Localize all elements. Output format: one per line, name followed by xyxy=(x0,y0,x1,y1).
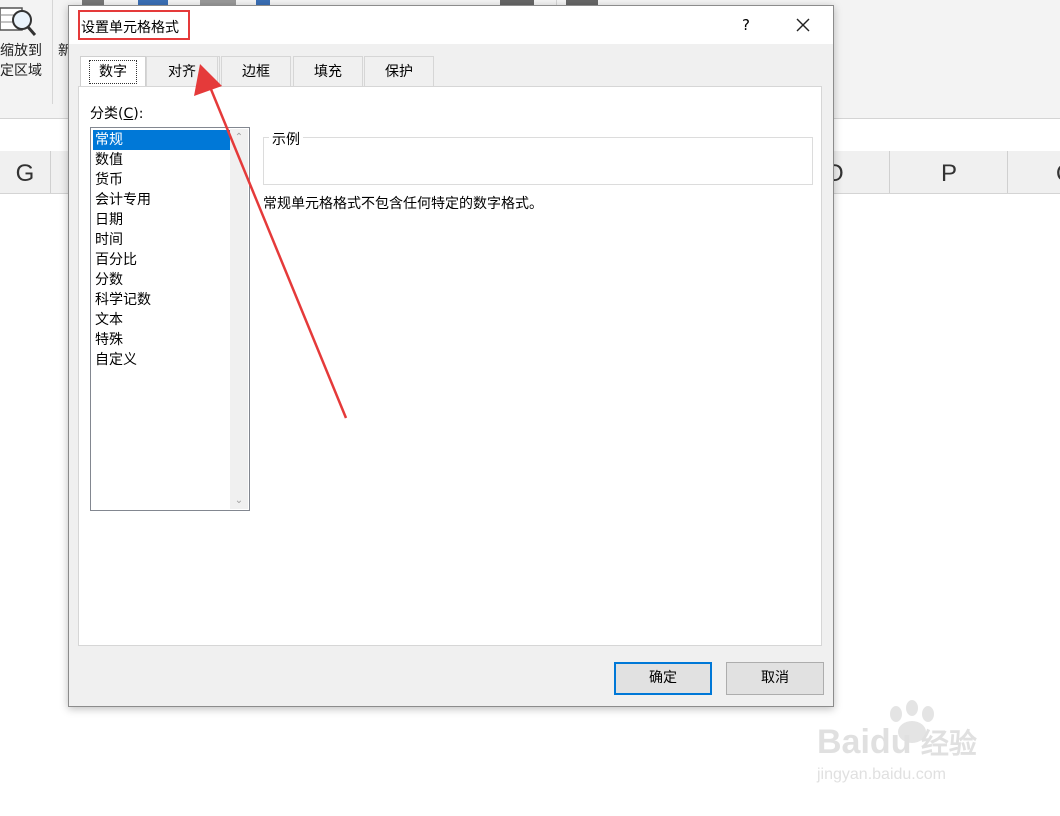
format-description: 常规单元格格式不包含任何特定的数字格式。 xyxy=(263,196,543,212)
tab-alignment[interactable]: 对齐 xyxy=(146,56,218,86)
tab-label: 填充 xyxy=(314,64,342,80)
watermark-brand-bai: Bai xyxy=(817,723,870,761)
tab-protection[interactable]: 保护 xyxy=(364,56,434,86)
category-item-fraction[interactable]: 分数 xyxy=(93,270,230,290)
cancel-button[interactable]: 取消 xyxy=(726,662,824,695)
column-header-g[interactable]: G xyxy=(0,151,51,193)
category-scrollbar[interactable]: ⌃ ⌄ xyxy=(230,129,248,509)
number-tab-panel: 分类(C): 常规 数值 货币 会计专用 日期 时间 百分比 分数 科学记数 文… xyxy=(78,86,822,646)
format-cells-dialog: 设置单元格格式 ? 填充 保护 边框 字体 对齐 数字 分类(C): 常规 数值… xyxy=(68,5,834,707)
watermark-product: 经验 xyxy=(920,728,977,759)
category-label-accesskey: C xyxy=(123,106,134,122)
category-item-general[interactable]: 常规 xyxy=(93,130,230,150)
close-icon xyxy=(796,18,810,32)
dialog-titlebar[interactable]: 设置单元格格式 ? xyxy=(69,6,833,44)
close-button[interactable] xyxy=(785,10,821,40)
category-label-prefix: 分类( xyxy=(90,106,124,122)
baidu-jingyan-watermark: Baidu 经验 jingyan.baidu.com xyxy=(812,700,1012,800)
tab-fill[interactable]: 填充 xyxy=(293,56,363,86)
scroll-down-icon[interactable]: ⌄ xyxy=(230,492,248,509)
ok-button[interactable]: 确定 xyxy=(614,662,712,695)
zoom-to-selection-icon[interactable] xyxy=(0,2,36,38)
category-item-currency[interactable]: 货币 xyxy=(93,170,230,190)
sample-label: 示例 xyxy=(269,129,303,149)
column-header-p[interactable]: P xyxy=(891,151,1008,193)
zoom-to-selection-label-1[interactable]: 缩放到 xyxy=(0,40,42,60)
tab-border[interactable]: 边框 xyxy=(221,56,291,86)
help-button[interactable]: ? xyxy=(731,10,761,40)
tab-label: 保护 xyxy=(385,64,413,80)
tab-label: 对齐 xyxy=(168,64,196,80)
category-label: 分类(C): xyxy=(90,103,143,123)
title-highlight-box xyxy=(78,10,190,40)
watermark-brand: Baidu 经验 xyxy=(817,722,977,762)
category-item-date[interactable]: 日期 xyxy=(93,210,230,230)
sample-groupbox xyxy=(263,137,813,185)
category-item-scientific[interactable]: 科学记数 xyxy=(93,290,230,310)
tab-label: 边框 xyxy=(242,64,270,80)
category-item-special[interactable]: 特殊 xyxy=(93,330,230,350)
category-item-custom[interactable]: 自定义 xyxy=(93,350,230,370)
category-item-percentage[interactable]: 百分比 xyxy=(93,250,230,270)
category-item-time[interactable]: 时间 xyxy=(93,230,230,250)
category-item-number[interactable]: 数值 xyxy=(93,150,230,170)
category-item-text[interactable]: 文本 xyxy=(93,310,230,330)
column-header-q[interactable]: Q xyxy=(1008,151,1060,193)
category-listbox[interactable]: 常规 数值 货币 会计专用 日期 时间 百分比 分数 科学记数 文本 特殊 自定… xyxy=(90,127,250,511)
watermark-brand-du: du xyxy=(869,723,912,761)
zoom-to-selection-label-2[interactable]: 定区域 xyxy=(0,60,42,80)
tab-label: 数字 xyxy=(89,60,137,84)
scroll-up-icon[interactable]: ⌃ xyxy=(230,129,248,146)
ribbon-separator xyxy=(52,0,53,104)
tab-number[interactable]: 数字 xyxy=(80,56,146,87)
category-label-suffix: ): xyxy=(133,106,144,122)
watermark-url: jingyan.baidu.com xyxy=(817,766,946,783)
category-item-accounting[interactable]: 会计专用 xyxy=(93,190,230,210)
